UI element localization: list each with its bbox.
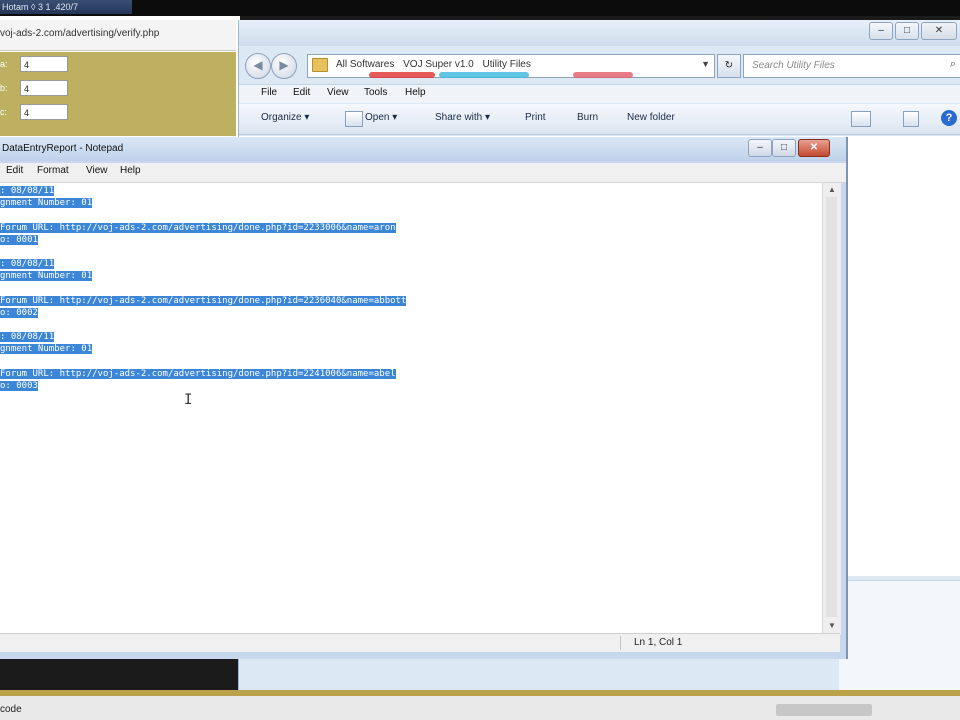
text-line: : 08/08/11: [0, 332, 55, 343]
form-input[interactable]: 4: [20, 56, 68, 72]
cursor-position: Ln 1, Col 1: [634, 637, 683, 648]
notepad-window: DataEntryReport - Notepad – □ ✕ Edit For…: [0, 137, 848, 659]
maximize-button[interactable]: □: [895, 22, 919, 40]
search-icon: ⌕: [949, 58, 956, 70]
notepad-title: DataEntryReport - Notepad: [2, 143, 124, 154]
scrollbar-thumb[interactable]: [826, 197, 837, 617]
text-line: [0, 283, 406, 295]
horizontal-scrollbar-thumb[interactable]: [776, 704, 872, 716]
form-row: a: 4: [0, 56, 236, 74]
explorer-navigation-bar: ◀ ▶ All Softwares VOJ Super v1.0 Utility…: [239, 50, 960, 84]
preview-pane-icon[interactable]: [903, 111, 919, 127]
close-button[interactable]: ✕: [798, 139, 830, 157]
form-label: b:: [0, 83, 8, 93]
burn-button[interactable]: Burn: [577, 112, 598, 123]
open-button[interactable]: Open ▾: [365, 112, 397, 123]
notepad-titlebar[interactable]: DataEntryReport - Notepad – □ ✕: [0, 137, 846, 161]
menu-format[interactable]: Format: [37, 165, 69, 176]
minimize-button[interactable]: –: [869, 22, 893, 40]
organize-button[interactable]: Organize ▾: [261, 112, 309, 123]
menu-tools[interactable]: Tools: [364, 87, 387, 98]
text-line: o: 0001: [0, 234, 38, 245]
chevron-down-icon[interactable]: ▼: [701, 59, 710, 69]
notepad-status-bar: Ln 1, Col 1: [0, 633, 840, 652]
top-taskbar-strip: [0, 0, 960, 16]
menu-help[interactable]: Help: [120, 165, 141, 176]
folder-icon: [312, 58, 328, 72]
vertical-scrollbar[interactable]: ▲ ▼: [822, 183, 841, 635]
text-line: [0, 356, 406, 368]
form-label: c:: [0, 107, 8, 117]
text-line: : 08/08/11: [0, 186, 55, 196]
text-line: o: 0003: [0, 381, 38, 391]
menu-help[interactable]: Help: [405, 87, 426, 98]
verify-form: a: 4 b: 4 c: 4: [0, 52, 236, 136]
forward-icon[interactable]: ▶: [271, 53, 297, 79]
text-line: gnment Number: 01: [0, 198, 93, 209]
menu-file[interactable]: File: [261, 87, 277, 98]
menu-edit[interactable]: Edit: [293, 87, 310, 98]
browser-url-text: voj-ads-2.com/advertising/verify.php: [0, 28, 160, 39]
open-icon: [345, 111, 363, 127]
text-line: gnment Number: 01: [0, 344, 93, 355]
minimize-button[interactable]: –: [748, 139, 772, 157]
menu-view[interactable]: View: [327, 87, 349, 98]
menu-edit[interactable]: Edit: [6, 165, 23, 176]
text-line: gnment Number: 01: [0, 271, 93, 282]
search-placeholder: Search Utility Files: [752, 60, 835, 71]
status-divider: [620, 636, 621, 650]
breadcrumb-item[interactable]: All Softwares: [336, 59, 394, 70]
explorer-titlebar[interactable]: – □ ✕: [239, 20, 960, 46]
highlight-mark: [369, 72, 435, 78]
breadcrumb-item[interactable]: Utility Files: [483, 59, 531, 70]
text-cursor-icon: I: [184, 392, 193, 408]
highlight-mark: [439, 72, 529, 78]
text-line: Forum URL: http://voj-ads-2.com/advertis…: [0, 368, 396, 379]
text-line: Forum URL: http://voj-ads-2.com/advertis…: [0, 295, 407, 306]
back-icon[interactable]: ◀: [245, 53, 271, 79]
help-icon[interactable]: ?: [941, 110, 957, 126]
browser-window: voj-ads-2.com/advertising/verify.php a: …: [0, 16, 240, 138]
scroll-up-icon[interactable]: ▲: [828, 185, 836, 194]
notepad-text-area[interactable]: : 08/08/11 gnment Number: 01 Forum URL: …: [0, 183, 822, 635]
explorer-menubar: File Edit View Tools Help: [239, 84, 960, 103]
search-input[interactable]: Search Utility Files ⌕: [743, 54, 960, 78]
form-input[interactable]: 4: [20, 104, 68, 120]
text-line: [0, 319, 406, 331]
text-line: : 08/08/11: [0, 259, 55, 270]
views-icon[interactable]: [851, 111, 871, 127]
browser-address-bar[interactable]: voj-ads-2.com/advertising/verify.php: [0, 20, 236, 51]
scroll-down-icon[interactable]: ▼: [828, 621, 836, 630]
bottom-label: code: [0, 704, 22, 715]
form-input[interactable]: 4: [20, 80, 68, 96]
selected-text-block: : 08/08/11 gnment Number: 01 Forum URL: …: [0, 185, 407, 392]
maximize-button[interactable]: □: [772, 139, 796, 157]
form-label: a:: [0, 59, 8, 69]
breadcrumb: All Softwares VOJ Super v1.0 Utility Fil…: [336, 59, 537, 70]
bottom-bar: code: [0, 696, 960, 720]
menu-view[interactable]: View: [86, 165, 108, 176]
notepad-menubar: Edit Format View Help: [0, 163, 846, 183]
share-with-button[interactable]: Share with ▾: [435, 112, 490, 123]
form-row: b: 4: [0, 80, 236, 98]
explorer-command-bar: Organize ▾ Open ▾ Share with ▾ Print Bur…: [239, 104, 960, 135]
text-line: [0, 246, 406, 258]
new-folder-button[interactable]: New folder: [627, 112, 675, 123]
text-line: [0, 209, 406, 221]
print-button[interactable]: Print: [525, 112, 546, 123]
close-button[interactable]: ✕: [921, 22, 957, 40]
text-line: Forum URL: http://voj-ads-2.com/advertis…: [0, 222, 396, 233]
form-row: c: 4: [0, 104, 236, 122]
background-window-title: Hotam ◊ 3 1 .420/7: [0, 0, 132, 14]
refresh-icon[interactable]: ↻: [717, 54, 741, 78]
breadcrumb-item[interactable]: VOJ Super v1.0: [403, 59, 474, 70]
explorer-details-pane: [839, 580, 960, 691]
text-line: o: 0002: [0, 307, 38, 318]
highlight-mark: [573, 72, 633, 78]
